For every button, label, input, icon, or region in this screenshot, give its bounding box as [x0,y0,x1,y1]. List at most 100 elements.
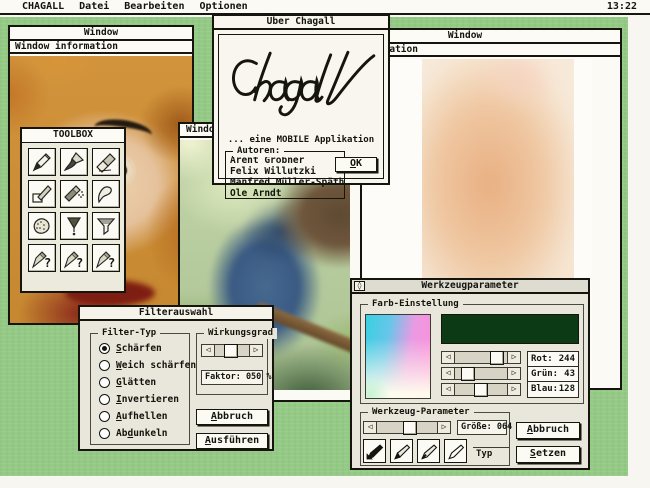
tool-parameters-dialog: ◊ Werkzeugparameter Farb-Einstellung ◁ ▷… [350,278,590,470]
tool-paintbrush[interactable] [60,148,88,176]
eraser-roller-icon [95,151,117,173]
paintbrush-icon [63,151,85,173]
pen-medium-button[interactable] [417,439,440,463]
drip-brush-icon [63,215,85,237]
radio-invertieren[interactable]: Invertieren [99,393,179,406]
radio-schaerfen[interactable]: Schärfen [99,342,162,355]
tool-unknown-pen-3[interactable]: ? [92,244,120,272]
authors-group: Autoren: Arent Gröbner Felix Willutzki M… [225,151,345,199]
svg-text:?: ? [44,256,51,269]
slider-thumb[interactable] [490,351,504,365]
tool-param-group-label: Werkzeug-Parameter [368,407,474,418]
radio-circle[interactable] [99,360,110,371]
tool-eraser-roller[interactable] [92,148,120,176]
slider-right-arrow-icon[interactable]: ▷ [437,422,450,433]
paper-knife-icon [31,183,53,205]
blue-value-row: Blau:128 [528,382,578,397]
pen-outline-button[interactable] [444,439,467,463]
about-dialog: Über Chagall ... eine MOBILE Applikation… [212,14,390,185]
ok-button[interactable]: OK [335,157,377,172]
slider-left-arrow-icon[interactable]: ◁ [442,384,455,395]
pen-outline-icon [446,442,465,461]
filter-type-group-label: Filter-Typ [98,328,160,339]
radio-circle[interactable] [99,343,110,354]
toolparams-cancel-button[interactable]: Abbruch [516,422,580,439]
about-dialog-titlebar[interactable]: Über Chagall [214,16,388,30]
toolparams-titlebar[interactable]: ◊ Werkzeugparameter [352,280,588,294]
radio-circle[interactable] [99,428,110,439]
author-name: Felix Willutzki [226,166,344,177]
blue-slider[interactable]: ◁ ▷ [441,383,521,396]
pen-filled-button[interactable] [363,439,386,463]
tool-pencil[interactable] [28,148,56,176]
clown-window-infobar: Window information [10,41,192,54]
effect-strength-slider[interactable]: ◁ ▷ [201,344,263,357]
filter-type-group: Filter-Typ Schärfen Weich schärfen Glätt… [90,333,190,445]
slider-thumb[interactable] [403,421,417,435]
slider-right-arrow-icon[interactable]: ▷ [507,384,520,395]
radio-circle[interactable] [99,377,110,388]
radio-abdunkeln[interactable]: Abdunkeln [99,427,168,440]
green-value-row: Grün:43 [528,367,578,382]
filter-dialog-titlebar[interactable]: Filterauswahl [80,307,272,321]
slider-thumb[interactable] [224,344,238,358]
toolparams-apply-button[interactable]: Setzen [516,446,580,463]
slider-right-arrow-icon[interactable]: ▷ [249,345,262,356]
slider-right-arrow-icon[interactable]: ▷ [507,352,520,363]
menu-bar: CHAGALL Datei Bearbeiten Optionen 13:22 [0,0,650,15]
unknown-pen-icon: ? [31,247,53,269]
toolbox-titlebar[interactable]: TOOLBOX [22,129,124,143]
menu-datei[interactable]: Datei [79,1,109,12]
tool-paper-knife[interactable] [28,180,56,208]
slider-right-arrow-icon[interactable]: ▷ [507,368,520,379]
slider-thumb[interactable] [474,383,488,397]
pen-medium-icon [419,442,438,461]
tool-fill-funnel[interactable] [92,212,120,240]
radio-glaetten[interactable]: Glätten [99,376,156,389]
factor-value-box: Faktor: 050 % [201,370,263,385]
authors-group-label: Autoren: [233,146,284,157]
tool-smudge[interactable] [92,180,120,208]
radio-circle[interactable] [99,411,110,422]
tool-sponge[interactable] [28,212,56,240]
toolbox-grid: ? ? ? [28,148,120,272]
close-icon[interactable]: ◊ [354,281,365,291]
red-slider[interactable]: ◁ ▷ [441,351,521,364]
tool-unknown-pen-1[interactable]: ? [28,244,56,272]
airbrush-icon [63,183,85,205]
menu-bearbeiten[interactable]: Bearbeiten [124,1,184,12]
filter-cancel-button[interactable]: Abbruch [196,409,268,425]
slider-left-arrow-icon[interactable]: ◁ [442,368,455,379]
tool-airbrush[interactable] [60,180,88,208]
slider-thumb[interactable] [461,367,475,381]
effect-group-label: Wirkungsgrad [204,328,277,339]
menu-app-chagall[interactable]: CHAGALL [22,1,64,12]
radio-circle[interactable] [99,394,110,405]
tool-unknown-pen-2[interactable]: ? [60,244,88,272]
slider-left-arrow-icon[interactable]: ◁ [202,345,215,356]
size-value-box: Größe: 064 [457,420,507,435]
radio-aufhellen[interactable]: Aufhellen [99,410,168,423]
fill-funnel-icon [95,215,117,237]
filter-run-button[interactable]: Ausführen [196,433,268,449]
author-name: Ole Arndt [226,188,344,199]
unknown-pen-icon: ? [95,247,117,269]
chagall-logo-signature [227,43,379,129]
unknown-pen-icon: ? [63,247,85,269]
radio-weich-schaerfen[interactable]: Weich schärfen [99,359,196,372]
tool-drip-brush[interactable] [60,212,88,240]
size-slider[interactable]: ◁ ▷ [363,421,451,434]
color-gradient-picker[interactable] [365,314,431,399]
clock: 13:22 [607,1,637,12]
clown-window-titlebar[interactable]: Window [10,27,192,41]
pen-dark-button[interactable] [390,439,413,463]
color-group-label: Farb-Einstellung [368,299,463,310]
slider-left-arrow-icon[interactable]: ◁ [364,422,377,433]
menu-optionen[interactable]: Optionen [199,1,247,12]
red-value-row: Rot:244 [528,352,578,367]
slider-left-arrow-icon[interactable]: ◁ [442,352,455,363]
toolbox-window: TOOLBOX ? ? [20,127,126,293]
vertical-scrollbar[interactable] [592,59,620,388]
svg-text:?: ? [76,256,83,269]
green-slider[interactable]: ◁ ▷ [441,367,521,380]
